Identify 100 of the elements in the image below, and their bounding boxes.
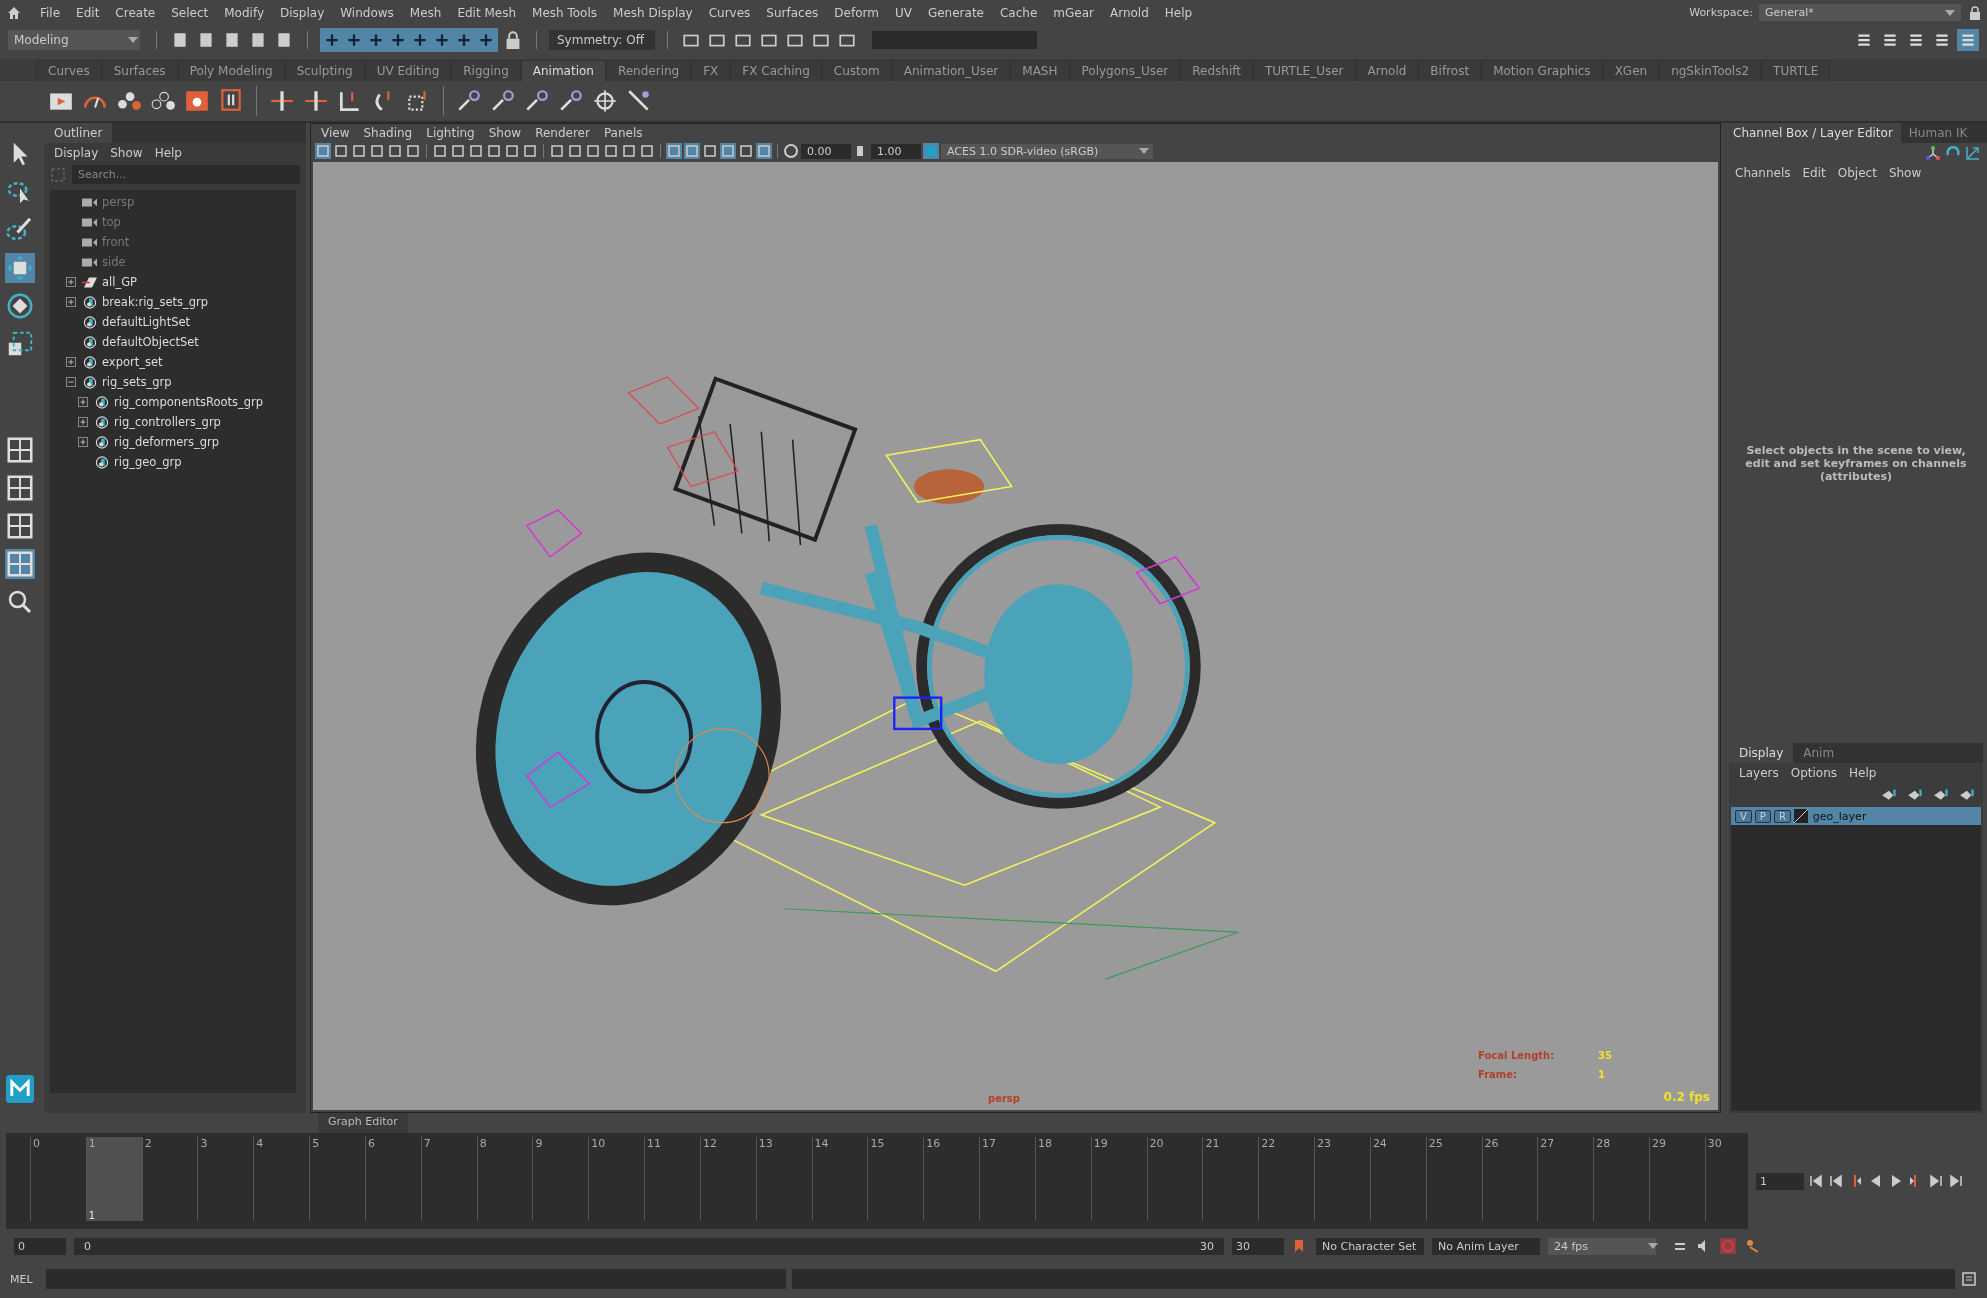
shelf-tab[interactable]: FX Caching	[730, 60, 822, 81]
panel-tab[interactable]: Graph Editor	[318, 1113, 408, 1133]
frame-number: 18	[1037, 1137, 1053, 1150]
menu-item[interactable]: Select	[163, 5, 217, 20]
shelf-tab[interactable]: TURTLE_User	[1253, 60, 1356, 81]
menu-item[interactable]: Create	[107, 5, 164, 20]
menu-item[interactable]: Show	[106, 146, 147, 160]
outliner-item[interactable]: side	[102, 255, 126, 269]
end-frame-field[interactable]: 30	[1232, 1237, 1284, 1255]
shelf-tab[interactable]: XGen	[1602, 60, 1660, 81]
menu-item[interactable]: Show	[484, 126, 526, 140]
frame-number: 11	[647, 1137, 663, 1150]
fps-readout: 0.2 fps	[1663, 1090, 1710, 1104]
shelf-tab[interactable]: Arnold	[1355, 60, 1419, 81]
menu-item[interactable]: Deform	[826, 5, 887, 20]
menu-item[interactable]: Help	[150, 146, 186, 160]
menu-item[interactable]: Channels	[1731, 166, 1795, 180]
menu-item[interactable]: Arnold	[1101, 5, 1157, 20]
panel-tab[interactable]: Channel Box / Layer Editor	[1725, 123, 1901, 143]
shelf-tab[interactable]: Bifrost	[1418, 60, 1482, 81]
menu-item[interactable]: Mesh Display	[605, 5, 701, 20]
symmetry-dropdown[interactable]: Symmetry: Off	[549, 30, 655, 50]
shelf-tab[interactable]: Custom	[821, 60, 892, 81]
menu-item[interactable]: File	[32, 5, 69, 20]
character-set-dropdown[interactable]: No Character Set	[1316, 1237, 1424, 1255]
panel-tab[interactable]: Outliner	[44, 123, 113, 143]
outliner-item[interactable]: rig_componentsRoots_grp	[114, 395, 264, 409]
frame-number: 8	[479, 1137, 488, 1150]
shelf-tab[interactable]: Animation	[520, 60, 606, 81]
shelf-tab[interactable]: Redshift	[1180, 60, 1253, 81]
menu-item[interactable]: Layers	[1735, 766, 1783, 780]
menu-item[interactable]: Surfaces	[758, 5, 827, 20]
time-slider[interactable]: 0 1 1 2 3 4 5 6 7 8 9 10 11 12 13 14 15 16 17 18 19 20 21 22 23 24 25 26 27 28 29 30	[6, 1133, 1748, 1229]
layer-row[interactable]: V P R geo_layer	[1731, 807, 1981, 825]
outliner-item[interactable]: break:rig_sets_grp	[102, 295, 209, 309]
outliner-item[interactable]: export_set	[102, 355, 163, 369]
start-frame-field[interactable]: 0	[14, 1237, 66, 1255]
frame-number: 16	[926, 1137, 942, 1150]
outliner-item[interactable]: rig_deformers_grp	[114, 435, 220, 449]
outliner-item[interactable]: rig_sets_grp	[102, 375, 172, 389]
panel-tab[interactable]: Anim	[1793, 743, 1845, 763]
mode-dropdown[interactable]: Modeling	[8, 30, 140, 50]
frame-number: 4	[256, 1137, 265, 1150]
menu-item[interactable]: Curves	[700, 5, 759, 20]
shelf-tab[interactable]: FX	[691, 60, 731, 81]
shelf-tab[interactable]: Poly Modeling	[177, 60, 285, 81]
command-language-label[interactable]: MEL	[10, 1272, 40, 1286]
color-space-dropdown[interactable]: ACES 1.0 SDR-video (sRGB)	[941, 143, 1153, 159]
panel-tab[interactable]: Display	[1729, 743, 1794, 763]
menu-item[interactable]: Shading	[359, 126, 417, 140]
outliner-item[interactable]: defaultLightSet	[102, 315, 191, 329]
menu-item[interactable]: Panels	[599, 126, 647, 140]
gamma-field[interactable]: 1.00	[871, 143, 921, 159]
menu-item[interactable]: Generate	[919, 5, 992, 20]
menu-item[interactable]: Object	[1833, 166, 1881, 180]
layer-name: geo_layer	[1812, 809, 1867, 823]
menu-item[interactable]: Display	[50, 146, 103, 160]
menu-item[interactable]: Cache	[991, 5, 1046, 20]
menu-item[interactable]: Options	[1786, 766, 1842, 780]
menu-item[interactable]: Display	[272, 5, 333, 20]
shelf-tab[interactable]: TURTLE	[1761, 60, 1831, 81]
menu-item[interactable]: Modify	[216, 5, 272, 20]
shelf-tab[interactable]: Motion Graphics	[1481, 60, 1603, 81]
menu-item[interactable]: Windows	[332, 5, 402, 20]
fps-dropdown[interactable]: 24 fps	[1548, 1237, 1656, 1255]
shelf-tab[interactable]: Rendering	[605, 60, 692, 81]
shelf-tab[interactable]: Animation_User	[891, 60, 1011, 81]
menu-item[interactable]: Help	[1845, 766, 1881, 780]
channel-box-message: Select objects in the scene to view, edit and set keyframes on channels (attributes)	[1745, 443, 1967, 483]
outliner-item[interactable]: rig_controllers_grp	[114, 415, 221, 429]
panel-tab[interactable]: Human IK	[1900, 123, 1976, 143]
menu-item[interactable]: Edit	[1798, 166, 1830, 180]
outliner-item[interactable]: all_GP	[102, 275, 138, 289]
search-field[interactable]: Search...	[72, 165, 300, 184]
shelf-tab[interactable]: MASH	[1010, 60, 1070, 81]
menu-item[interactable]: Edit Mesh	[449, 5, 525, 20]
menu-item[interactable]: Lighting	[422, 126, 479, 140]
shelf-tab[interactable]: Polygons_User	[1069, 60, 1181, 81]
menu-item[interactable]: View	[317, 126, 354, 140]
exposure-field[interactable]: 0.00	[801, 143, 851, 159]
anim-layer-dropdown[interactable]: No Anim Layer	[1432, 1237, 1540, 1255]
frame-number: 19	[1093, 1137, 1109, 1150]
shelf-tab[interactable]: Surfaces	[101, 60, 178, 81]
shelf-tab[interactable]: Curves	[36, 60, 102, 81]
menu-item[interactable]: Renderer	[531, 126, 594, 140]
menu-item[interactable]: Show	[1884, 166, 1926, 180]
outliner-item[interactable]: defaultObjectSet	[102, 335, 199, 349]
menu-item[interactable]: Mesh	[401, 5, 450, 20]
menu-item[interactable]: Edit	[68, 5, 108, 20]
shelf-tab[interactable]: UV Editing	[364, 60, 452, 81]
shelf-tab[interactable]: Sculpting	[284, 60, 365, 81]
menu-item[interactable]: mGear	[1045, 5, 1102, 20]
menu-item[interactable]: UV	[886, 5, 920, 20]
menu-item[interactable]: Help	[1156, 5, 1201, 20]
workspace-dropdown[interactable]: General*	[1759, 4, 1961, 21]
menu-item[interactable]: Mesh Tools	[524, 5, 606, 20]
shelf-tab[interactable]: ngSkinTools2	[1659, 60, 1762, 81]
outliner-item[interactable]: rig_geo_grp	[114, 455, 182, 469]
current-frame-field[interactable]: 1	[1756, 1172, 1804, 1190]
shelf-tab[interactable]: Rigging	[451, 60, 521, 81]
